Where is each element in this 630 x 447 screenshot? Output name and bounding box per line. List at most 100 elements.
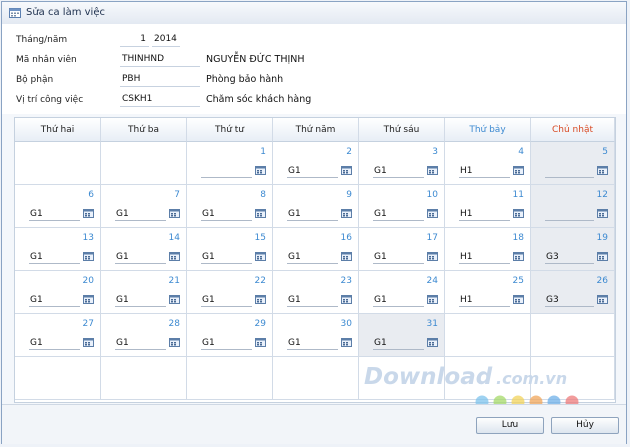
shift-code[interactable]: G1: [116, 338, 129, 348]
shift-picker-icon[interactable]: [513, 166, 524, 175]
day-cell[interactable]: 22 G1: [187, 271, 273, 314]
month-field[interactable]: 1: [120, 34, 149, 47]
shift-picker-icon[interactable]: [513, 295, 524, 304]
day-cell[interactable]: 18 H1: [445, 228, 531, 271]
day-cell[interactable]: 21 G1: [101, 271, 187, 314]
weekday-header: Chủ nhật: [531, 118, 615, 142]
shift-code[interactable]: G1: [202, 295, 215, 305]
shift-code[interactable]: G1: [30, 295, 43, 305]
shift-code[interactable]: H1: [460, 209, 473, 219]
shift-code[interactable]: G1: [374, 209, 387, 219]
day-cell[interactable]: 25 H1: [445, 271, 531, 314]
day-cell[interactable]: 30 G1: [273, 314, 359, 357]
shift-picker-icon[interactable]: [427, 252, 438, 261]
shift-picker-icon[interactable]: [427, 338, 438, 347]
year-field[interactable]: 2014: [152, 34, 180, 47]
day-cell[interactable]: 7 G1: [101, 185, 187, 228]
shift-picker-icon[interactable]: [427, 295, 438, 304]
day-cell[interactable]: 3 G1: [359, 142, 445, 185]
shift-code[interactable]: G3: [546, 295, 559, 305]
day-cell[interactable]: 29 G1: [187, 314, 273, 357]
shift-picker-icon[interactable]: [427, 209, 438, 218]
shift-picker-icon[interactable]: [341, 209, 352, 218]
shift-code[interactable]: G3: [546, 252, 559, 262]
employee-id-field[interactable]: THINHND: [120, 54, 200, 67]
shift-code[interactable]: H1: [460, 166, 473, 176]
day-cell[interactable]: 15 G1: [187, 228, 273, 271]
day-cell[interactable]: 27 G1: [15, 314, 101, 357]
shift-picker-icon[interactable]: [83, 209, 94, 218]
day-cell[interactable]: 31 G1: [359, 314, 445, 357]
shift-code[interactable]: G1: [116, 295, 129, 305]
shift-code[interactable]: G1: [288, 209, 301, 219]
shift-code[interactable]: G1: [374, 166, 387, 176]
day-cell[interactable]: 5: [531, 142, 615, 185]
shift-picker-icon[interactable]: [597, 252, 608, 261]
shift-code[interactable]: G1: [374, 295, 387, 305]
day-cell[interactable]: 12: [531, 185, 615, 228]
shift-picker-icon[interactable]: [255, 295, 266, 304]
shift-picker-icon[interactable]: [169, 338, 180, 347]
day-cell[interactable]: 8 G1: [187, 185, 273, 228]
day-cell[interactable]: 24 G1: [359, 271, 445, 314]
day-cell[interactable]: 9 G1: [273, 185, 359, 228]
shift-picker-icon[interactable]: [83, 338, 94, 347]
shift-code[interactable]: G1: [202, 209, 215, 219]
day-cell[interactable]: 2 G1: [273, 142, 359, 185]
shift-code[interactable]: G1: [288, 338, 301, 348]
shift-picker-icon[interactable]: [597, 166, 608, 175]
shift-code[interactable]: H1: [460, 252, 473, 262]
shift-code[interactable]: G1: [202, 252, 215, 262]
shift-code[interactable]: G1: [288, 252, 301, 262]
day-cell[interactable]: 28 G1: [101, 314, 187, 357]
shift-picker-icon[interactable]: [169, 252, 180, 261]
shift-picker-icon[interactable]: [169, 209, 180, 218]
shift-code[interactable]: G1: [288, 166, 301, 176]
shift-picker-icon[interactable]: [255, 252, 266, 261]
shift-code[interactable]: G1: [30, 252, 43, 262]
day-cell[interactable]: 19 G3: [531, 228, 615, 271]
shift-picker-icon[interactable]: [597, 209, 608, 218]
department-field[interactable]: PBH: [120, 74, 200, 87]
shift-picker-icon[interactable]: [341, 338, 352, 347]
shift-code[interactable]: G1: [288, 295, 301, 305]
shift-code[interactable]: G1: [202, 338, 215, 348]
day-cell[interactable]: 17 G1: [359, 228, 445, 271]
day-cell[interactable]: 1: [187, 142, 273, 185]
shift-picker-icon[interactable]: [83, 295, 94, 304]
shift-code[interactable]: G1: [30, 338, 43, 348]
shift-code[interactable]: G1: [116, 209, 129, 219]
day-cell[interactable]: 26 G3: [531, 271, 615, 314]
shift-code[interactable]: G1: [116, 252, 129, 262]
day-cell[interactable]: 11 H1: [445, 185, 531, 228]
shift-code[interactable]: G1: [374, 338, 387, 348]
day-cell[interactable]: 4 H1: [445, 142, 531, 185]
shift-picker-icon[interactable]: [255, 166, 266, 175]
day-cell[interactable]: 23 G1: [273, 271, 359, 314]
shift-picker-icon[interactable]: [255, 209, 266, 218]
shift-code[interactable]: G1: [30, 209, 43, 219]
cancel-button[interactable]: Hủy: [551, 417, 619, 434]
shift-field-underline: [373, 349, 424, 350]
shift-picker-icon[interactable]: [83, 252, 94, 261]
shift-code[interactable]: H1: [460, 295, 473, 305]
shift-picker-icon[interactable]: [255, 338, 266, 347]
shift-picker-icon[interactable]: [513, 252, 524, 261]
day-cell[interactable]: 6 G1: [15, 185, 101, 228]
day-cell[interactable]: 14 G1: [101, 228, 187, 271]
shift-picker-icon[interactable]: [341, 252, 352, 261]
save-button[interactable]: Lưu: [476, 417, 544, 434]
shift-picker-icon[interactable]: [513, 209, 524, 218]
day-cell[interactable]: 20 G1: [15, 271, 101, 314]
shift-picker-icon[interactable]: [341, 166, 352, 175]
day-cell[interactable]: 16 G1: [273, 228, 359, 271]
shift-picker-icon[interactable]: [341, 295, 352, 304]
day-cell[interactable]: 13 G1: [15, 228, 101, 271]
position-field[interactable]: CSKH1: [120, 94, 200, 107]
shift-picker-icon[interactable]: [169, 295, 180, 304]
shift-picker-icon[interactable]: [427, 166, 438, 175]
day-number: 12: [596, 190, 608, 200]
shift-picker-icon[interactable]: [597, 295, 608, 304]
day-cell[interactable]: 10 G1: [359, 185, 445, 228]
shift-code[interactable]: G1: [374, 252, 387, 262]
